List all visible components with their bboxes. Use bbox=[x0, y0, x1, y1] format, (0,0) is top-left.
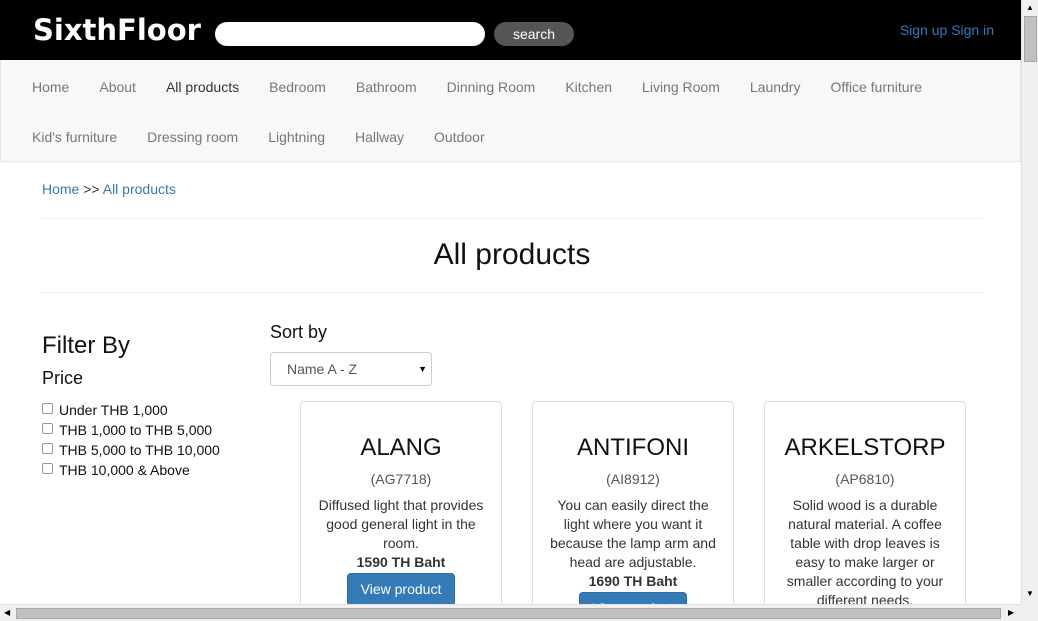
nav-item-kitchen[interactable]: Kitchen bbox=[550, 77, 627, 97]
product-code: (AG7718) bbox=[370, 471, 432, 487]
breadcrumb: Home >> All products bbox=[42, 181, 176, 197]
search-button[interactable]: search bbox=[494, 22, 574, 46]
price-filter-title: Price bbox=[42, 368, 84, 388]
product-description: You can easily direct the light where yo… bbox=[550, 497, 716, 570]
nav-item-dressing-room[interactable]: Dressing room bbox=[132, 127, 253, 147]
nav-item-outdoor[interactable]: Outdoor bbox=[419, 127, 500, 147]
chevron-down-icon: ▼ bbox=[418, 364, 427, 374]
search-input[interactable] bbox=[215, 22, 485, 46]
vertical-scroll-thumb[interactable] bbox=[1024, 16, 1037, 62]
price-filter-checkbox[interactable] bbox=[42, 462, 53, 474]
nav-item-dinning-room[interactable]: Dinning Room bbox=[432, 77, 551, 97]
sort-label: Sort by bbox=[270, 322, 328, 342]
scroll-left-icon[interactable]: ◀ bbox=[4, 608, 10, 617]
brand-logo[interactable]: SixthFloor bbox=[33, 13, 201, 47]
nav-item-all-products[interactable]: All products bbox=[151, 77, 254, 97]
price-filter-option: Under THB 1,000 bbox=[42, 400, 220, 420]
signup-link[interactable]: Sign up bbox=[900, 22, 947, 38]
sort-selected-value: Name A - Z bbox=[287, 361, 358, 377]
scroll-down-icon[interactable]: ▼ bbox=[1026, 589, 1034, 598]
nav-item-about[interactable]: About bbox=[84, 77, 151, 97]
price-filter-checkbox[interactable] bbox=[42, 422, 53, 434]
price-filter-option: THB 1,000 to THB 5,000 bbox=[42, 420, 220, 440]
vertical-scrollbar[interactable]: ▲ ▼ bbox=[1021, 0, 1038, 604]
price-filter-label: Under THB 1,000 bbox=[59, 402, 168, 418]
product-description: Solid wood is a durable natural material… bbox=[786, 497, 944, 608]
breadcrumb-home[interactable]: Home bbox=[42, 181, 79, 197]
price-filter-label: THB 10,000 & Above bbox=[59, 462, 190, 478]
nav-row-1: Home About All products Bedroom Bathroom Dinn… bbox=[17, 77, 937, 97]
product-name: ANTIFONI bbox=[577, 434, 689, 461]
horizontal-scroll-thumb[interactable] bbox=[16, 608, 1001, 619]
nav-item-bathroom[interactable]: Bathroom bbox=[341, 77, 432, 97]
scroll-up-icon[interactable]: ▲ bbox=[1026, 3, 1034, 12]
view-product-button[interactable]: View product bbox=[347, 573, 455, 606]
page-title: All products bbox=[433, 238, 591, 271]
product-card: ANTIFONI (AI8912) You can easily direct th… bbox=[532, 401, 734, 621]
divider bbox=[42, 218, 982, 219]
product-price: 1690 TH Baht bbox=[588, 573, 678, 589]
price-filter-label: THB 5,000 to THB 10,000 bbox=[59, 442, 220, 458]
divider bbox=[42, 292, 982, 293]
scroll-right-icon[interactable]: ▶ bbox=[1008, 608, 1014, 617]
nav-item-home[interactable]: Home bbox=[17, 77, 84, 97]
category-nav: Home About All products Bedroom Bathroom Dinn… bbox=[0, 60, 1021, 162]
nav-item-living-room[interactable]: Living Room bbox=[627, 77, 735, 97]
nav-item-kid-s-furniture[interactable]: Kid's furniture bbox=[17, 127, 132, 147]
price-filter-option: THB 5,000 to THB 10,000 bbox=[42, 440, 220, 460]
auth-links: Sign up Sign in bbox=[900, 22, 994, 38]
product-price: 1590 TH Baht bbox=[356, 554, 446, 570]
product-code: (AI8912) bbox=[606, 471, 660, 487]
nav-item-laundry[interactable]: Laundry bbox=[735, 77, 816, 97]
product-description: Diffused light that provides good genera… bbox=[318, 497, 484, 551]
nav-item-lightning[interactable]: Lightning bbox=[253, 127, 340, 147]
product-card: ALANG (AG7718) Diffused light that provide… bbox=[300, 401, 502, 621]
nav-item-bedroom[interactable]: Bedroom bbox=[254, 77, 341, 97]
nav-item-office-furniture[interactable]: Office furniture bbox=[815, 77, 937, 97]
price-filter-checkbox[interactable] bbox=[42, 402, 53, 414]
price-filter-option: THB 10,000 & Above bbox=[42, 460, 220, 480]
horizontal-scrollbar[interactable]: ◀ ▶ bbox=[0, 604, 1021, 621]
product-code: (AP6810) bbox=[835, 471, 895, 487]
product-card: ARKELSTORP (AP6810) Solid wood is a durabl… bbox=[764, 401, 966, 621]
breadcrumb-current[interactable]: All products bbox=[103, 181, 176, 197]
price-filter-list: Under THB 1,000 THB 1,000 to THB 5,000 THB… bbox=[42, 400, 220, 480]
sort-select[interactable]: Name A - Z ▼ bbox=[270, 352, 432, 386]
top-header: SixthFloor search Sign up Sign in bbox=[0, 0, 1021, 60]
product-name: ALANG bbox=[360, 434, 442, 461]
price-filter-label: THB 1,000 to THB 5,000 bbox=[59, 422, 213, 438]
scrollbar-corner bbox=[1021, 604, 1038, 621]
product-name: ARKELSTORP bbox=[784, 434, 946, 461]
price-filter-checkbox[interactable] bbox=[42, 442, 53, 454]
nav-item-hallway[interactable]: Hallway bbox=[340, 127, 419, 147]
filter-title: Filter By bbox=[42, 332, 131, 359]
signin-link[interactable]: Sign in bbox=[951, 22, 994, 38]
breadcrumb-separator: >> bbox=[83, 181, 100, 197]
nav-row-2: Kid's furniture Dressing room Lightning Hal… bbox=[17, 127, 500, 147]
